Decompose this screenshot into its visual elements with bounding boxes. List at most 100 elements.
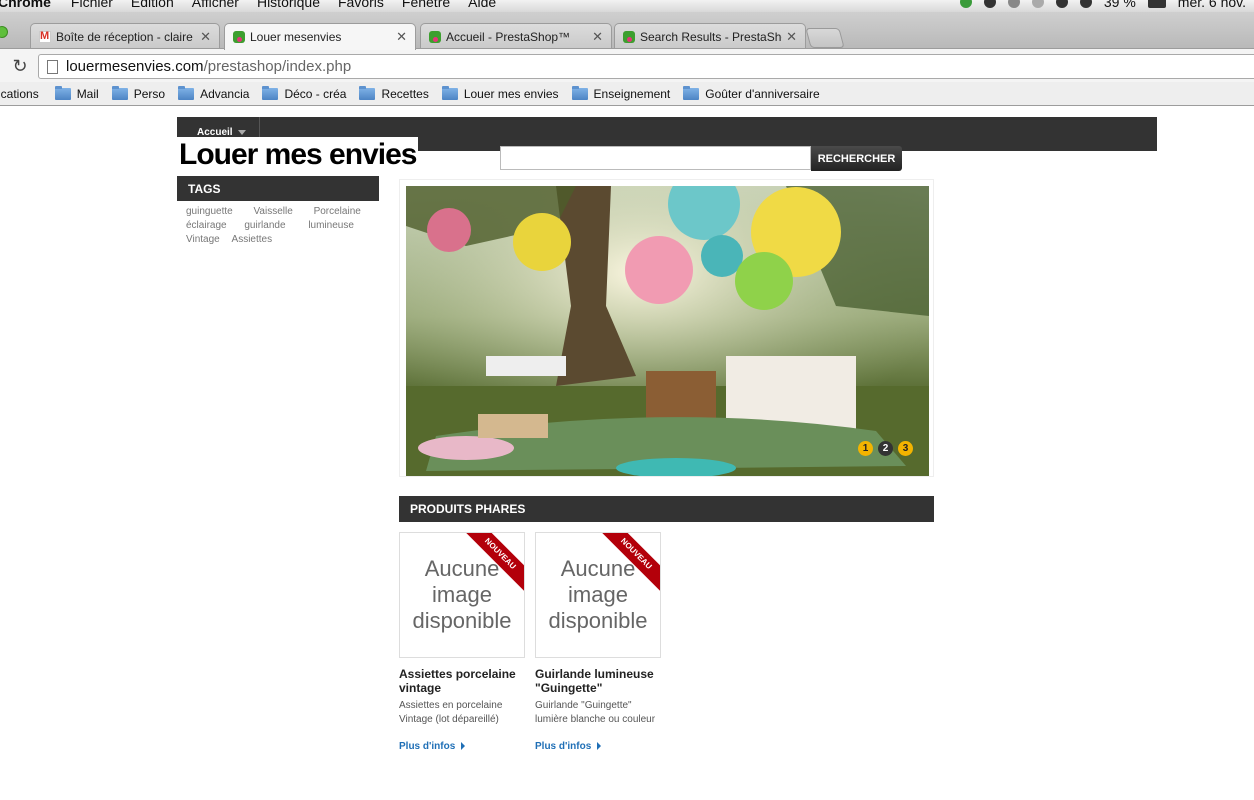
- menubar-date[interactable]: mer. 6 nov.: [1178, 0, 1246, 10]
- tab-accueil-prestashop[interactable]: Accueil - PrestaShop™ ✕: [420, 23, 612, 49]
- product-image[interactable]: Aucune image disponible NOUVEAU: [399, 532, 525, 658]
- menu-edition[interactable]: Edition: [131, 0, 174, 10]
- product-name[interactable]: Assiettes porcelaine vintage: [399, 667, 525, 695]
- address-bar[interactable]: louermesenvies.com/prestashop/index.php: [38, 54, 1254, 79]
- mac-menubar: Chrome Fichier Edition Afficher Historiq…: [0, 0, 1254, 12]
- arrow-right-icon: [597, 742, 602, 751]
- bookmark-folder-louer-mes-envies[interactable]: Louer mes envies: [441, 85, 559, 101]
- tab-title: Boîte de réception - claire: [56, 29, 193, 44]
- new-tab-button[interactable]: [805, 28, 845, 48]
- slider-dot-1[interactable]: 1: [858, 441, 873, 456]
- bookmark-folder-deco-crea[interactable]: Déco - créa: [262, 85, 346, 101]
- web-page: Accueil Louer mes envies RECHERCHER TAGS…: [0, 107, 1254, 800]
- drive-icon[interactable]: [983, 0, 996, 8]
- menu-aide[interactable]: Aide: [468, 0, 496, 10]
- slider-dot-3[interactable]: 3: [898, 441, 913, 456]
- bookmark-folder-mail[interactable]: Mail: [54, 85, 99, 101]
- product-description: Guirlande "Guingette" lumière blanche ou…: [535, 700, 656, 725]
- gmail-icon: [39, 30, 51, 43]
- bookmark-folder-perso[interactable]: Perso: [111, 85, 166, 101]
- bookmarks-bar: ications Mail Perso Advancia Déco - créa…: [0, 82, 1254, 106]
- menu-favoris[interactable]: Favoris: [338, 0, 384, 10]
- home-slider: 1 2 3: [399, 179, 934, 477]
- folder-icon: [178, 85, 195, 100]
- volume-icon[interactable]: [1079, 0, 1092, 8]
- prestashop-icon: [233, 31, 245, 43]
- close-icon[interactable]: ✕: [592, 29, 603, 45]
- bookmark-folder-gouter[interactable]: Goûter d'anniversaire: [683, 85, 820, 101]
- more-info-label: Plus d'infos: [535, 741, 592, 752]
- tag-link[interactable]: Vaisselle: [254, 205, 293, 219]
- tag-link[interactable]: lumineuse: [308, 219, 354, 233]
- address-url[interactable]: louermesenvies.com/prestashop/index.php: [66, 58, 351, 75]
- time-machine-icon[interactable]: [1007, 0, 1020, 8]
- window-zoom-button[interactable]: [0, 26, 8, 38]
- bookmark-folder-advancia[interactable]: Advancia: [178, 85, 250, 101]
- bookmark-apps[interactable]: ications: [0, 87, 39, 101]
- tab-title: Search Results - PrestaShop: [640, 29, 783, 44]
- bookmark-label: Perso: [133, 86, 166, 101]
- chevron-down-icon: [237, 129, 246, 135]
- more-info-link[interactable]: Plus d'infos: [535, 741, 602, 752]
- close-icon[interactable]: ✕: [786, 29, 797, 45]
- close-icon[interactable]: ✕: [200, 29, 211, 45]
- prestashop-icon: [623, 30, 635, 43]
- reload-icon[interactable]: ↻: [10, 56, 30, 76]
- slider-pager: 1 2 3: [858, 441, 913, 456]
- tag-link[interactable]: guirlande: [244, 219, 285, 233]
- bookmark-folder-recettes[interactable]: Recettes: [359, 85, 429, 101]
- browser-toolbar: ↻ louermesenvies.com/prestashop/index.ph…: [0, 48, 1254, 82]
- wifi-icon[interactable]: [1055, 0, 1068, 8]
- menu-fichier[interactable]: Fichier: [71, 0, 113, 10]
- folder-icon: [683, 85, 700, 100]
- menubar-app-name[interactable]: Chrome: [0, 0, 51, 10]
- product-card: Aucune image disponible NOUVEAU Assiette…: [399, 532, 525, 752]
- url-path: /prestashop/index.php: [203, 58, 352, 75]
- slider-image[interactable]: 1 2 3: [406, 186, 929, 476]
- product-name[interactable]: Guirlande lumineuse "Guingette": [535, 667, 661, 695]
- menu-historique[interactable]: Historique: [257, 0, 320, 10]
- search-button[interactable]: RECHERCHER: [811, 146, 902, 171]
- tab-title: Accueil - PrestaShop™: [446, 29, 571, 44]
- menubar-status: 39 % mer. 6 nov.: [959, 0, 1246, 10]
- tag-link[interactable]: Porcelaine: [314, 205, 361, 219]
- menu-afficher[interactable]: Afficher: [192, 0, 239, 10]
- bookmark-label: Enseignement: [593, 86, 671, 101]
- product-image[interactable]: Aucune image disponible NOUVEAU: [535, 532, 661, 658]
- bookmark-label: ications: [0, 86, 39, 101]
- tab-gmail[interactable]: Boîte de réception - claire ✕: [30, 23, 220, 49]
- url-host: louermesenvies.com: [66, 58, 204, 75]
- tab-louer-mesenvies[interactable]: Louer mesenvies ✕: [224, 23, 416, 50]
- bookmark-label: Advancia: [200, 86, 250, 101]
- bookmark-label: Goûter d'anniversaire: [705, 86, 820, 101]
- tag-link[interactable]: Assiettes: [232, 233, 273, 247]
- sync-icon[interactable]: [959, 0, 972, 8]
- tab-search-results[interactable]: Search Results - PrestaShop ✕: [614, 23, 806, 49]
- product-description: Assiettes en porcelaine Vintage (lot dép…: [399, 700, 503, 725]
- site-logo[interactable]: Louer mes envies: [177, 137, 419, 173]
- tag-link[interactable]: guinguette: [186, 205, 233, 219]
- arrow-right-icon: [461, 742, 466, 751]
- search-input[interactable]: [500, 146, 811, 170]
- prestashop-icon: [429, 30, 441, 43]
- more-info-link[interactable]: Plus d'infos: [399, 741, 466, 752]
- bookmark-label: Louer mes envies: [463, 86, 559, 101]
- folder-icon: [441, 85, 458, 100]
- folder-icon: [359, 85, 376, 100]
- tag-link[interactable]: éclairage: [186, 219, 227, 233]
- tags-block-title: TAGS: [177, 176, 379, 201]
- bluetooth-icon[interactable]: [1031, 0, 1044, 8]
- close-icon[interactable]: ✕: [396, 29, 407, 45]
- menu-fenetre[interactable]: Fenêtre: [402, 0, 450, 10]
- bookmark-folder-enseignement[interactable]: Enseignement: [571, 85, 671, 101]
- battery-percent[interactable]: 39 %: [1104, 0, 1136, 10]
- tag-link[interactable]: Vintage: [186, 233, 220, 247]
- battery-icon[interactable]: [1147, 0, 1166, 8]
- folder-icon: [262, 85, 279, 100]
- product-card: Aucune image disponible NOUVEAU Guirland…: [535, 532, 661, 752]
- menubar-items: Chrome Fichier Edition Afficher Historiq…: [0, 0, 514, 10]
- slider-dot-2[interactable]: 2: [878, 441, 893, 456]
- more-info-label: Plus d'infos: [399, 741, 456, 752]
- featured-products-title: PRODUITS PHARES: [399, 496, 934, 522]
- folder-icon: [111, 85, 128, 100]
